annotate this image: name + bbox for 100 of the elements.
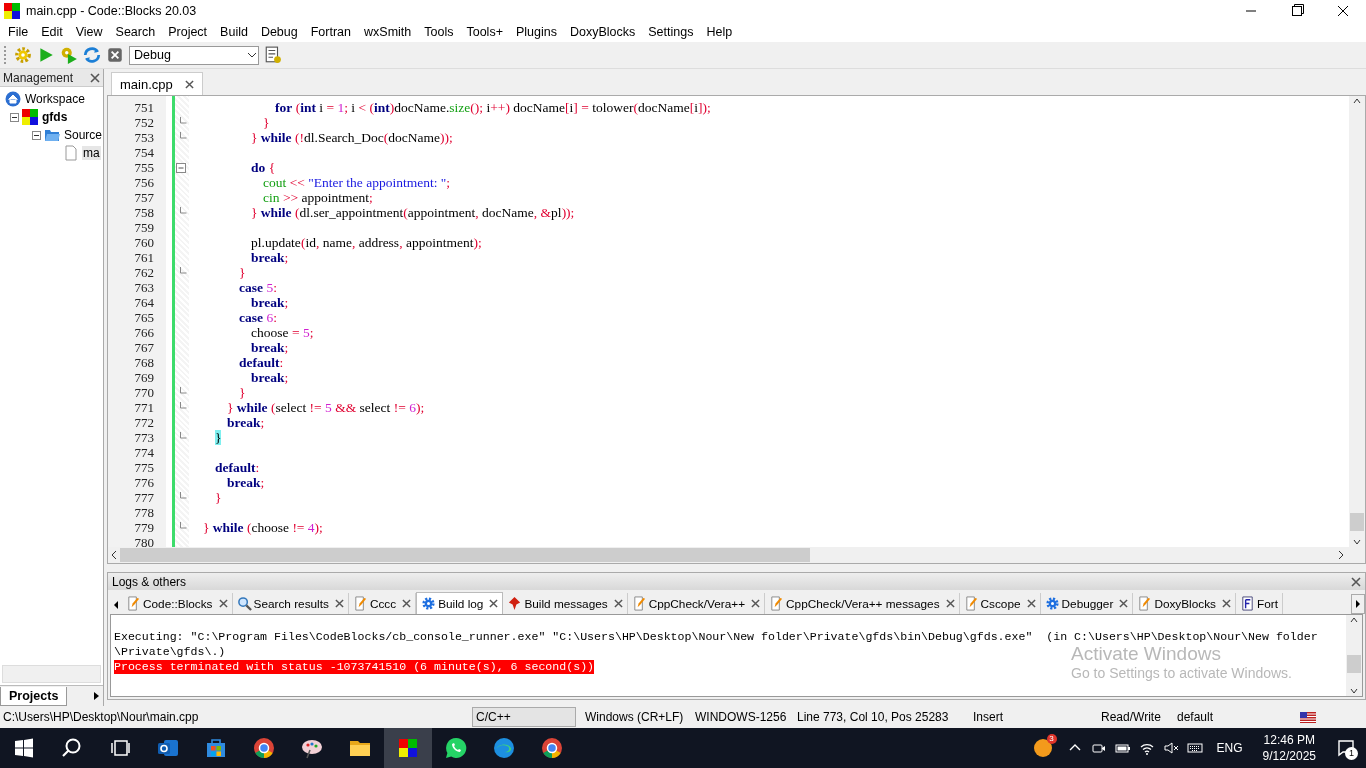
line-number: 760	[133, 235, 155, 250]
window-title: main.cpp - Code::Blocks 20.03	[26, 4, 197, 18]
line-number: 752	[133, 115, 155, 130]
line-number: 772	[133, 415, 155, 430]
scroll-right-icon[interactable]	[1351, 594, 1365, 614]
menu-item[interactable]: Tools+	[460, 23, 510, 41]
code-line: break;	[250, 250, 289, 265]
menu-item[interactable]: Project	[162, 23, 215, 41]
arrow-down-icon[interactable]	[1349, 686, 1359, 696]
collapse-icon[interactable]	[32, 130, 41, 140]
menu-item[interactable]: Edit	[35, 23, 70, 41]
close-icon[interactable]	[1351, 576, 1361, 587]
stop-icon[interactable]	[106, 46, 124, 64]
line-number: 779	[133, 520, 155, 535]
line-number: 761	[133, 250, 155, 265]
taskbar-app[interactable]	[384, 728, 432, 768]
gear-play-icon[interactable]	[60, 46, 78, 64]
menu-item[interactable]: File	[2, 23, 36, 41]
sun-icon[interactable]	[1031, 737, 1054, 759]
menu-item[interactable]: wxSmith	[358, 23, 419, 41]
code-line: } while (select != 5 && select != 6);	[226, 400, 425, 415]
line-number: 751	[133, 100, 155, 115]
home-icon	[5, 91, 21, 107]
scrollbar-thumb[interactable]	[1350, 513, 1364, 531]
close-icon[interactable]	[1222, 599, 1231, 608]
code-line: } while (!dl.Search_Doc(docName));	[250, 130, 453, 145]
arrow-up-icon[interactable]	[1349, 615, 1359, 625]
pencil-icon	[1137, 596, 1153, 611]
code-line: default:	[214, 460, 260, 475]
collapse-icon[interactable]	[10, 112, 19, 122]
arrow-down-icon[interactable]	[1352, 537, 1362, 547]
code-line: break;	[250, 370, 289, 385]
menu-item[interactable]: Settings	[642, 23, 701, 41]
menu-item[interactable]: DoxyBlocks	[563, 23, 643, 41]
close-icon[interactable]	[402, 599, 412, 608]
menu-item[interactable]: Tools	[418, 23, 461, 41]
menu-item[interactable]: Search	[109, 23, 163, 41]
line-endings: Windows (CR+LF)	[584, 709, 685, 726]
panel-tab[interactable]: Projects	[0, 686, 68, 706]
close-icon[interactable]	[489, 599, 499, 608]
pencil-icon	[126, 596, 141, 611]
time[interactable]: 12:46 PM	[1262, 732, 1316, 748]
file-tab[interactable]: main.cpp	[111, 72, 203, 95]
keyboard-icon[interactable]	[1186, 740, 1203, 756]
refresh-icon[interactable]	[83, 46, 101, 64]
scrollbar[interactable]	[1349, 96, 1365, 547]
code-line: break;	[226, 415, 265, 430]
close-icon[interactable]	[90, 72, 100, 83]
menu-item[interactable]: View	[69, 23, 110, 41]
line-number: 764	[133, 295, 155, 310]
code-line: case 6:	[238, 310, 277, 325]
date[interactable]: 9/12/2025	[1262, 748, 1316, 764]
line-number: 767	[133, 340, 155, 355]
menu-item[interactable]: Debug	[254, 23, 305, 41]
tree-item[interactable]: Workspace	[24, 92, 86, 106]
line-number: 776	[133, 475, 155, 490]
close-icon[interactable]	[184, 79, 194, 89]
error-message: Process terminated with status -1073741510 (6 minute(s), 6 second(s))	[114, 660, 595, 674]
line-number: 777	[133, 490, 155, 505]
tree-item[interactable]: ma	[82, 146, 101, 160]
close-icon[interactable]	[751, 599, 761, 608]
line-number: 773	[133, 430, 155, 445]
build-target-dropdown[interactable]: Debug	[129, 45, 259, 65]
menu-item[interactable]: Fortran	[304, 23, 359, 41]
menu-item[interactable]: Plugins	[509, 23, 564, 41]
tree-item[interactable]: Source	[63, 128, 103, 142]
chat-icon	[444, 736, 468, 760]
close-icon[interactable]	[334, 599, 344, 608]
flag-icon	[1300, 711, 1316, 723]
close-icon[interactable]	[613, 599, 623, 608]
scrollbar[interactable]	[2, 665, 101, 683]
activation-text: Go to Settings to activate Windows.	[1071, 665, 1292, 681]
scrollbar-thumb[interactable]	[1347, 655, 1361, 673]
code-line: default:	[238, 355, 284, 370]
line-number: 770	[133, 385, 155, 400]
access-mode: Read/Write	[1100, 709, 1162, 726]
play-icon[interactable]	[37, 46, 55, 64]
code-line: cin >> appointment;	[262, 190, 373, 205]
scrollbar[interactable]	[1346, 615, 1362, 696]
close-icon[interactable]	[1026, 599, 1036, 608]
line-number: 780	[133, 535, 155, 547]
line-number: 763	[133, 280, 155, 295]
line-number: 759	[133, 220, 155, 235]
mute-icon[interactable]	[1162, 740, 1179, 756]
scrollbar-thumb[interactable]	[120, 548, 810, 562]
close-icon[interactable]	[1119, 599, 1129, 608]
menu-item[interactable]: Help	[700, 23, 740, 41]
start-icon[interactable]	[12, 736, 36, 760]
arrow-up-icon[interactable]	[1352, 96, 1362, 106]
menu-item[interactable]: Build	[214, 23, 255, 41]
close-icon[interactable]	[218, 599, 228, 608]
close-icon[interactable]	[945, 599, 955, 608]
input-language[interactable]: ENG	[1206, 741, 1253, 755]
log-tab[interactable]: Build log	[416, 592, 504, 614]
folder-icon	[44, 127, 60, 143]
code-line: break;	[226, 475, 265, 490]
tree-item[interactable]: gfds	[41, 110, 69, 124]
document-gear-icon[interactable]	[264, 46, 282, 64]
scrollbar[interactable]	[108, 547, 1365, 563]
notification-icon[interactable]	[1337, 739, 1355, 757]
